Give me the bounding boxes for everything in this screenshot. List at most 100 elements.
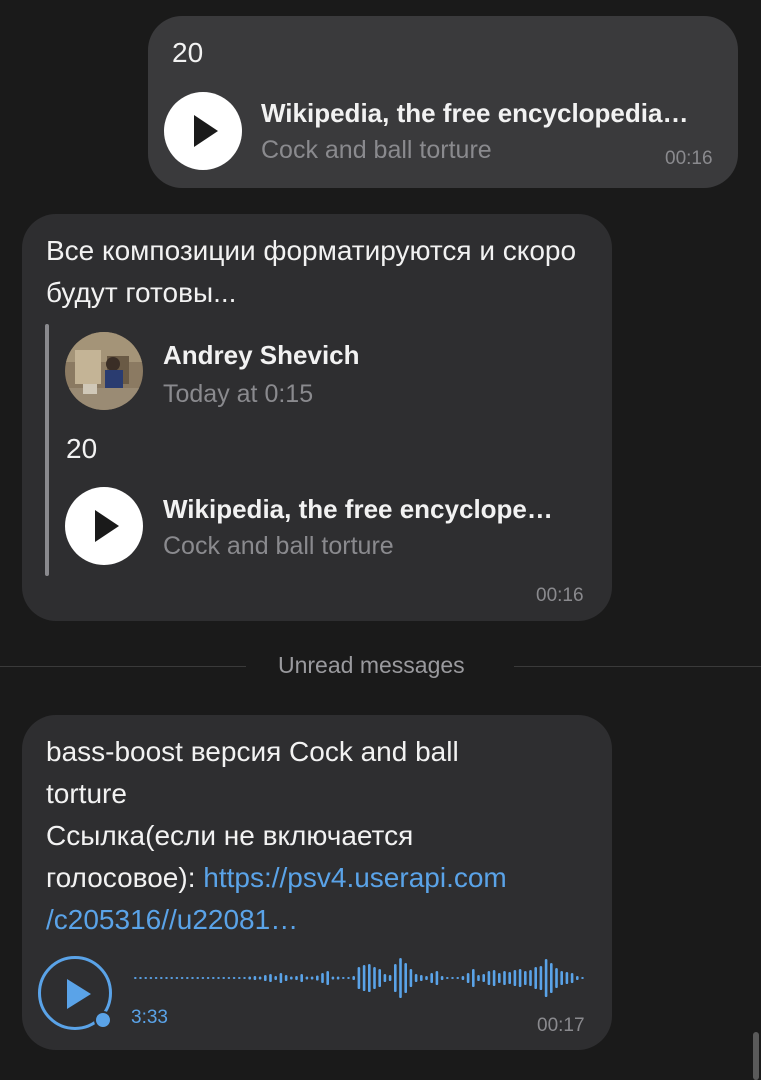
incoming-reply-message[interactable]: Все композиции форматируются и скоро буд… xyxy=(22,214,612,621)
waveform-bar xyxy=(482,974,485,982)
message-time: 00:16 xyxy=(536,585,584,606)
waveform-bar xyxy=(487,971,491,985)
waveform-bar xyxy=(560,971,563,985)
waveform-bar xyxy=(513,970,517,986)
waveform-bar xyxy=(534,967,537,989)
waveform-bar xyxy=(446,977,449,979)
message-text: bass-boost версия Cock and ball torture … xyxy=(46,731,596,941)
message-text: Все композиции форматируются и скоро буд… xyxy=(46,235,577,308)
play-icon xyxy=(67,979,91,1009)
message-link[interactable]: https://psv4.userapi.com xyxy=(203,862,506,893)
waveform-bar xyxy=(206,977,210,979)
audio-subtitle: Cock and ball torture xyxy=(163,532,394,560)
waveform-bar xyxy=(342,977,345,979)
message-time: 00:17 xyxy=(537,1015,585,1036)
text-line: torture xyxy=(46,778,127,809)
waveform-bar xyxy=(461,976,465,980)
quote-date: Today at 0:15 xyxy=(163,380,314,408)
waveform-bar xyxy=(321,973,324,983)
waveform-bar xyxy=(310,976,314,980)
waveform-bar xyxy=(388,975,392,981)
waveform-bar xyxy=(544,959,548,997)
audio-title: Wikipedia, the free encyclope… xyxy=(163,494,553,524)
waveform-bar xyxy=(264,975,267,981)
waveform-bar xyxy=(524,971,527,985)
waveform-bar xyxy=(139,977,142,979)
waveform-bar xyxy=(180,977,184,979)
message-time: 00:16 xyxy=(665,148,713,169)
waveform-bar xyxy=(284,975,288,981)
waveform-bar xyxy=(399,958,402,998)
waveform-bar xyxy=(212,977,215,979)
waveform-bar xyxy=(274,976,277,980)
message-link-continued[interactable]: /c205316//u22081… xyxy=(46,899,596,941)
voice-duration: 3:33 xyxy=(131,1007,168,1028)
waveform-bar xyxy=(191,977,194,979)
waveform-bar xyxy=(555,968,558,988)
waveform-bar xyxy=(326,971,329,985)
waveform-bar xyxy=(508,972,511,984)
text-prefix: голосовое): xyxy=(46,862,204,893)
divider-line-left xyxy=(0,666,246,667)
waveform-bar xyxy=(570,973,574,983)
waveform-bar xyxy=(227,977,231,979)
waveform-bar xyxy=(362,965,366,991)
waveform-bar xyxy=(186,977,189,979)
unplayed-dot xyxy=(94,1011,112,1029)
incoming-voice-message[interactable]: bass-boost версия Cock and ball torture … xyxy=(22,715,612,1050)
voice-waveform[interactable] xyxy=(132,953,584,1003)
message-text: 20 xyxy=(172,37,204,68)
waveform-bar xyxy=(420,975,423,981)
waveform-bar xyxy=(269,974,272,982)
waveform-bar xyxy=(336,976,340,980)
waveform-bar xyxy=(456,977,459,979)
waveform-bar xyxy=(149,977,153,979)
audio-play-button[interactable] xyxy=(164,92,242,170)
waveform-bar xyxy=(238,977,241,979)
waveform-bar xyxy=(581,977,584,979)
waveform-bar xyxy=(394,964,397,992)
waveform-bar xyxy=(160,977,163,979)
waveform-bar xyxy=(440,976,444,980)
audio-play-button[interactable] xyxy=(65,487,143,565)
waveform-bar xyxy=(357,967,361,989)
waveform-bar xyxy=(576,976,579,980)
avatar[interactable] xyxy=(65,332,143,410)
waveform-bar xyxy=(217,977,220,979)
waveform-bar xyxy=(404,963,407,993)
waveform-bar xyxy=(425,976,428,980)
waveform-bar xyxy=(170,977,173,979)
audio-subtitle: Cock and ball torture xyxy=(261,136,492,164)
waveform-bar xyxy=(368,964,371,992)
waveform-bar xyxy=(383,974,387,982)
waveform-bar xyxy=(472,969,475,987)
waveform-bar xyxy=(352,976,355,980)
waveform-bar xyxy=(492,970,496,986)
outgoing-audio-message[interactable]: 20 Wikipedia, the free encyclopedia… Coc… xyxy=(148,16,738,188)
waveform-bar xyxy=(466,973,470,983)
waveform-bar xyxy=(290,976,293,980)
audio-title: Wikipedia, the free encyclopedia… xyxy=(261,98,689,128)
play-icon xyxy=(95,510,119,542)
waveform-bar xyxy=(518,969,522,987)
waveform-bar xyxy=(305,976,309,980)
waveform-bar xyxy=(529,970,532,986)
play-icon xyxy=(194,115,218,147)
waveform-bar xyxy=(248,976,251,980)
waveform-bar xyxy=(243,977,246,979)
divider-line-right xyxy=(514,666,761,667)
quote-author: Andrey Shevich xyxy=(163,340,360,370)
waveform-bar xyxy=(300,974,303,982)
waveform-bar xyxy=(175,977,179,979)
waveform-bar xyxy=(477,975,480,981)
waveform-bar xyxy=(134,977,137,979)
waveform-bar xyxy=(196,977,199,979)
waveform-bar xyxy=(409,969,413,987)
unread-divider-label: Unread messages xyxy=(278,652,465,678)
waveform-bar xyxy=(144,977,147,979)
waveform-bar xyxy=(550,963,553,993)
waveform-bar xyxy=(347,977,350,979)
quote-text: 20 xyxy=(66,433,98,464)
scrollbar[interactable] xyxy=(753,1032,759,1080)
waveform-bar xyxy=(373,967,376,989)
